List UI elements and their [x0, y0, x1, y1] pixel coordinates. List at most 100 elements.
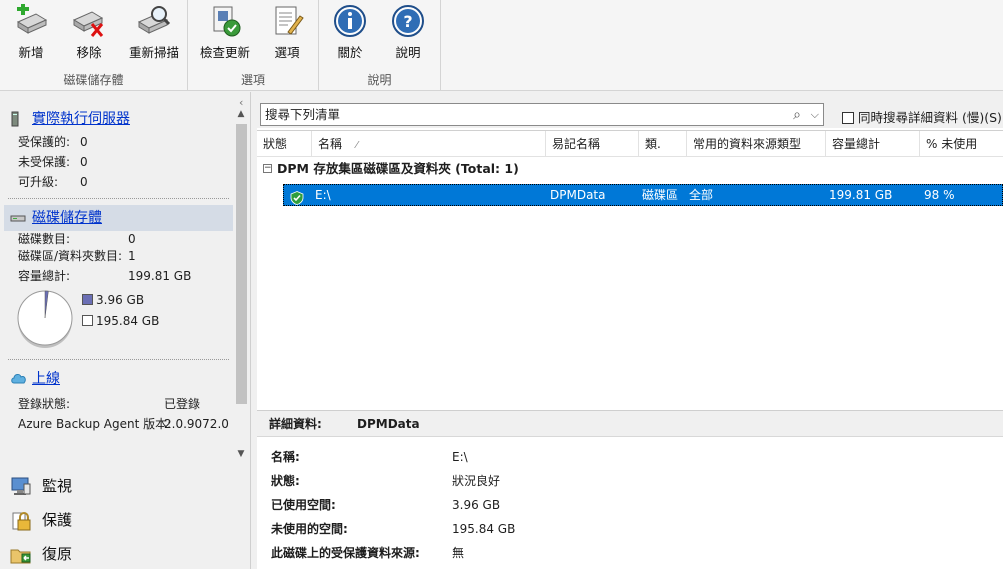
legend-free: 195.84 GB	[82, 313, 159, 329]
group-header-row[interactable]: − DPM 存放集區磁碟區及資料夾 (Total: 1)	[257, 157, 1003, 181]
details-header-value: DPMData	[357, 417, 420, 431]
detail-row-name: 名稱: E:\	[257, 445, 1003, 469]
stat-total-capacity-key: 容量總計:	[18, 269, 71, 283]
options-button[interactable]: 選項	[258, 4, 316, 66]
stat-registration: 登錄狀態: 已登錄	[4, 394, 233, 414]
legend-free-swatch	[82, 315, 93, 326]
nav-monitoring-label: 監視	[42, 477, 73, 495]
check-updates-button[interactable]: 檢查更新	[192, 4, 258, 66]
cell-type: 磁碟區	[642, 188, 679, 202]
stat-agent-version-value: 2.0.9072.0	[164, 417, 229, 431]
column-name[interactable]: 名稱 ⁄	[312, 131, 546, 157]
column-capacity[interactable]: 容量總計	[826, 131, 920, 157]
legend-free-label: 195.84 GB	[96, 314, 160, 328]
column-source-type-label: 常用的資料來源類型	[693, 137, 802, 151]
add-disk-button[interactable]: 新增	[2, 4, 60, 66]
column-status-label: 狀態	[263, 137, 288, 151]
help-icon: ?	[392, 5, 424, 37]
cell-capacity: 199.81 GB	[829, 188, 893, 202]
scroll-up-icon[interactable]: ▲	[233, 106, 249, 122]
stat-protected-key: 受保護的:	[18, 135, 71, 149]
stat-total-capacity: 容量總計: 199.81 GB	[4, 265, 233, 287]
nav-protection-label: 保護	[42, 511, 73, 529]
column-friendly-name-label: 易記名稱	[552, 137, 601, 151]
chevron-down-icon[interactable]: ⌵	[811, 104, 819, 125]
legend-used: 3.96 GB	[82, 292, 144, 308]
stat-volume-count-value: 1	[128, 249, 136, 263]
disk-storage-link[interactable]: 磁碟儲存體	[32, 210, 102, 226]
stat-upgradable: 可升級: 0	[4, 172, 233, 192]
column-name-label: 名稱	[318, 137, 343, 151]
detail-value: E:\	[452, 450, 468, 464]
help-button[interactable]: ? 說明	[379, 4, 437, 66]
search-icon[interactable]: ⌕	[793, 105, 801, 126]
disk-add-icon	[16, 4, 48, 34]
scroll-down-icon[interactable]: ▼	[233, 446, 249, 462]
legend-used-label: 3.96 GB	[96, 293, 145, 307]
group-label-options: 選項	[240, 73, 265, 87]
nav-recovery[interactable]: 復原	[0, 537, 250, 569]
detail-key: 未使用的空間:	[271, 522, 348, 536]
detail-row-status: 狀態: 狀況良好	[257, 469, 1003, 493]
legend-used-swatch	[82, 294, 93, 305]
details-header: 詳細資料: DPMData	[257, 411, 1003, 437]
stat-agent-version: Azure Backup Agent 版本: 2.0.9072.0	[4, 414, 233, 434]
stat-volume-count: 磁碟區/資料夾數目: 1	[4, 248, 233, 265]
check-updates-label: 檢查更新	[199, 45, 250, 60]
group-label-help: 說明	[367, 73, 392, 87]
detail-value: 狀況良好	[452, 474, 501, 488]
sidebar-scrollbar[interactable]: ▲ ▼	[233, 106, 249, 462]
search-bar: 搜尋下列清單 ⌕ ⌵ 同時搜尋詳細資料 (慢)(S)	[257, 92, 1003, 128]
search-details-checkbox[interactable]: 同時搜尋詳細資料 (慢)(S)	[842, 107, 1002, 126]
stat-registration-key: 登錄狀態:	[18, 397, 71, 411]
ribbon-group-options: 檢查更新 選項 選項	[188, 0, 319, 91]
remove-disk-button[interactable]: 移除	[60, 4, 118, 66]
detail-row-used: 已使用空間: 3.96 GB	[257, 493, 1003, 517]
monitor-icon	[11, 477, 31, 495]
stat-registration-value: 已登錄	[164, 397, 201, 411]
column-type[interactable]: 類.	[639, 131, 687, 157]
detail-key: 已使用空間:	[271, 498, 336, 512]
table-row[interactable]: E:\ DPMData 磁碟區 全部 199.81 GB 98 %	[283, 184, 1003, 206]
scroll-thumb[interactable]	[236, 124, 247, 404]
options-icon	[275, 6, 304, 35]
help-label: 說明	[395, 45, 421, 60]
nav-protection[interactable]: 保護	[0, 503, 250, 537]
capacity-pie-chart: 3.96 GB 195.84 GB	[4, 287, 233, 353]
stat-unprotected-value: 0	[80, 155, 88, 169]
stat-upgradable-value: 0	[80, 175, 88, 189]
collapse-group-icon[interactable]: −	[263, 164, 272, 173]
search-placeholder: 搜尋下列清單	[265, 107, 341, 122]
column-unused-label: % 未使用	[926, 137, 978, 151]
detail-row-sources: 此磁碟上的受保護資料來源: 無	[257, 541, 1003, 565]
nav-monitoring[interactable]: 監視	[0, 469, 250, 503]
column-unused[interactable]: % 未使用	[920, 131, 1003, 157]
options-label: 選項	[274, 45, 300, 60]
detail-value: 195.84 GB	[452, 522, 516, 536]
about-label: 關於	[337, 45, 363, 60]
section-production-servers: 實際執行伺服器	[4, 106, 233, 132]
detail-key: 名稱:	[271, 450, 300, 464]
cell-source-type: 全部	[689, 188, 714, 202]
detail-value: 3.96 GB	[452, 498, 501, 512]
protection-lock-icon	[12, 512, 31, 531]
column-friendly-name[interactable]: 易記名稱	[546, 131, 639, 157]
detail-key: 狀態:	[271, 474, 300, 488]
column-source-type[interactable]: 常用的資料來源類型	[687, 131, 826, 157]
stat-total-capacity-value: 199.81 GB	[128, 269, 192, 283]
stat-volume-count-key: 磁碟區/資料夾數目:	[18, 249, 123, 263]
detail-row-free: 未使用的空間: 195.84 GB	[257, 517, 1003, 541]
group-label: DPM 存放集區磁碟區及資料夾 (Total: 1)	[277, 161, 519, 176]
rescan-label: 重新掃描	[128, 45, 179, 60]
recovery-folder-icon	[10, 549, 31, 564]
stat-protected-value: 0	[80, 135, 88, 149]
summary-scroll-area: 實際執行伺服器 受保護的: 0 未受保護: 0 可升級: 0 磁碟儲存體 磁碟數目: 0…	[4, 106, 233, 462]
production-servers-link[interactable]: 實際執行伺服器	[32, 111, 130, 127]
search-input[interactable]: 搜尋下列清單 ⌕ ⌵	[260, 103, 824, 126]
rescan-button[interactable]: 重新掃描	[122, 4, 186, 66]
about-button[interactable]: 關於	[321, 4, 379, 66]
add-disk-label: 新增	[18, 45, 44, 60]
column-status[interactable]: 狀態	[257, 131, 312, 157]
online-link[interactable]: 上線	[32, 371, 60, 387]
checkbox-box[interactable]	[842, 112, 854, 124]
